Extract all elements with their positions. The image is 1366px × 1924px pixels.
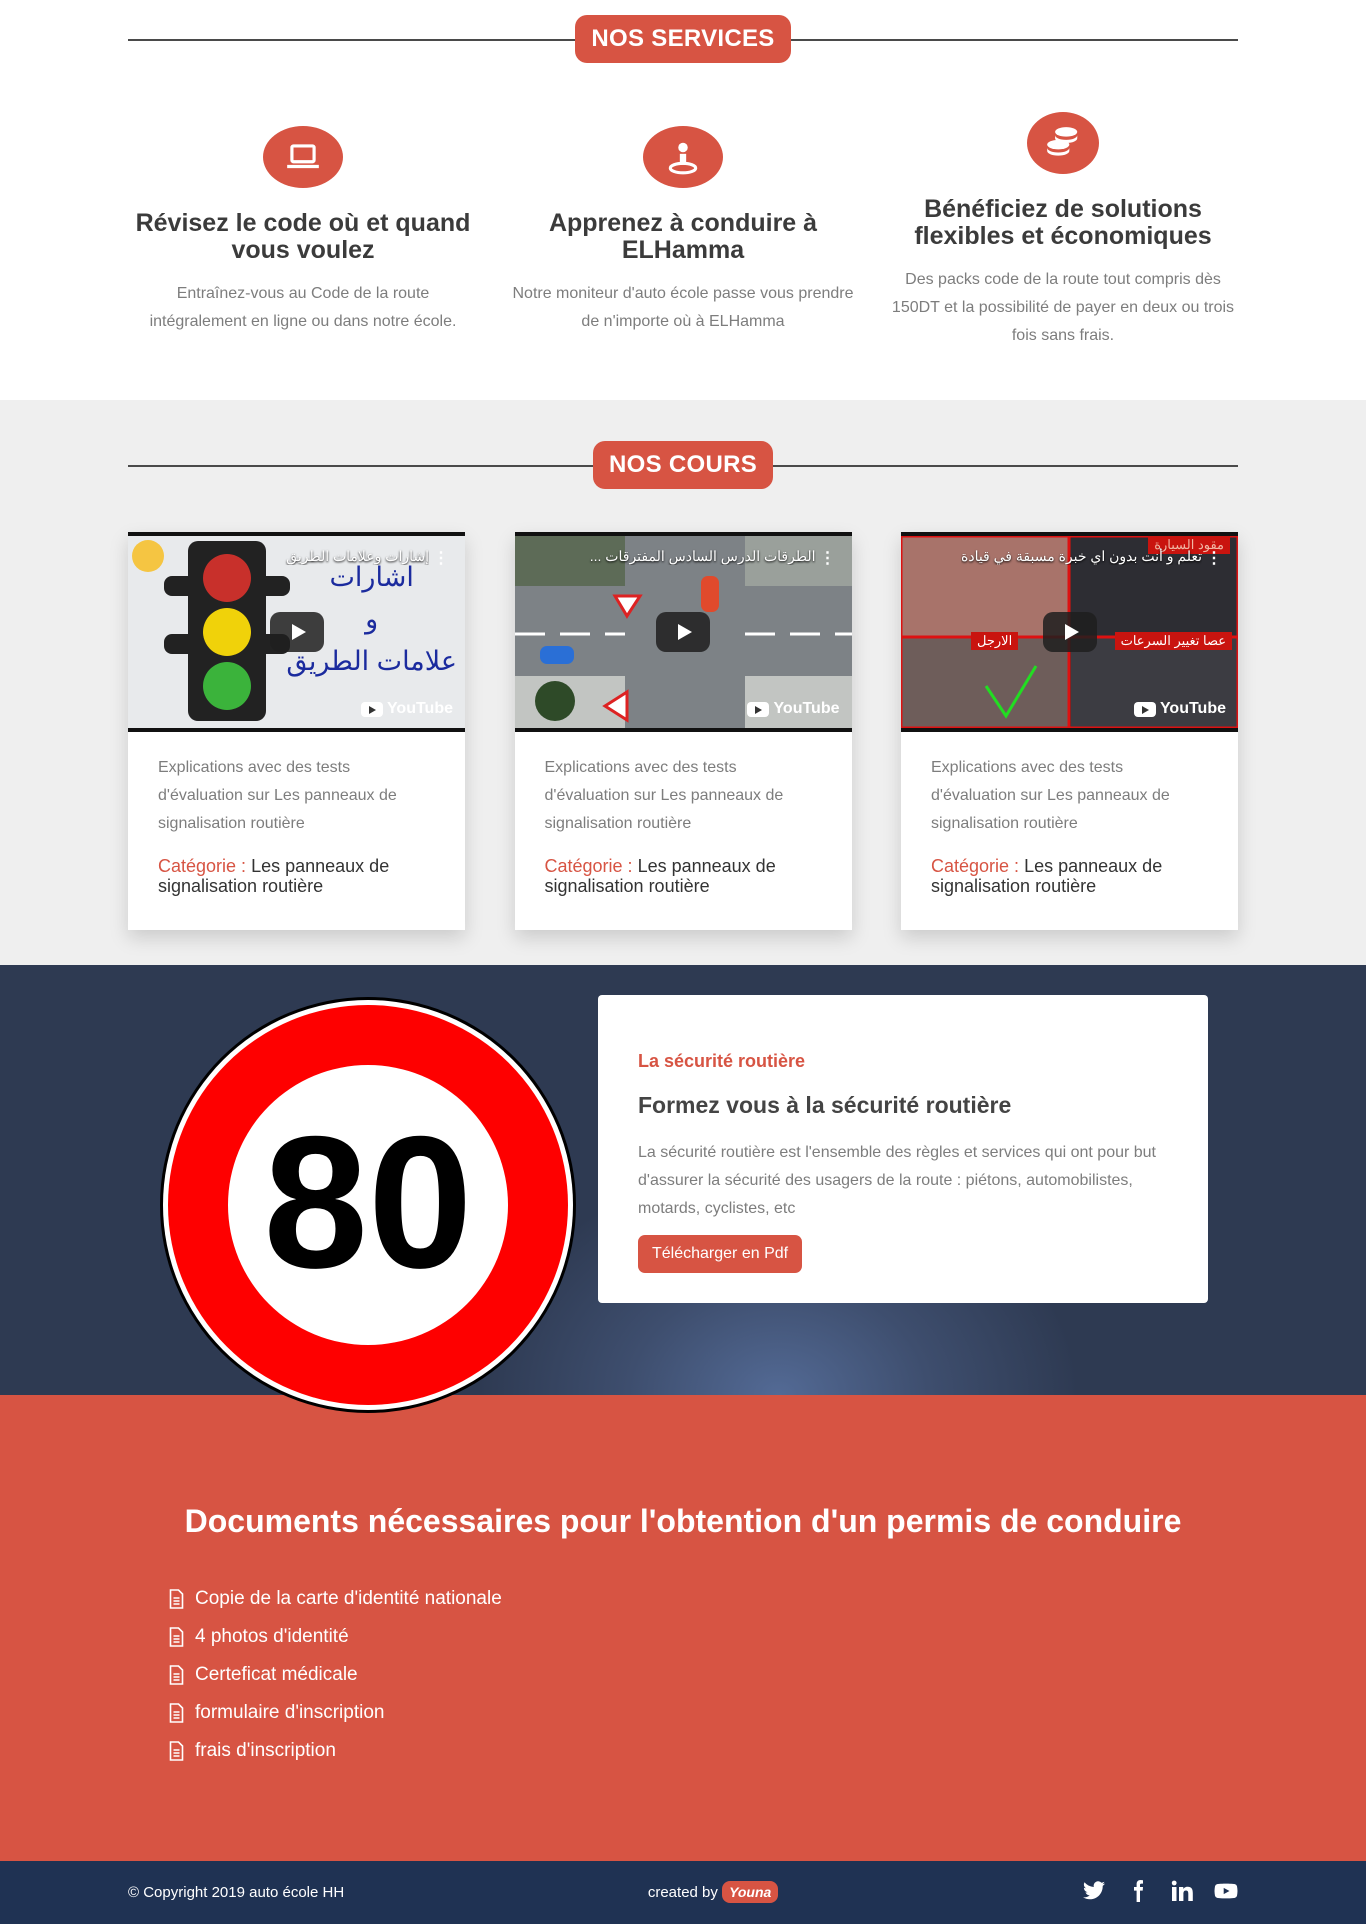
course-card: مقود السيارة عصا تغيير السرعات الارجل تع… xyxy=(901,532,1238,930)
more-options-icon[interactable]: ⋮ xyxy=(433,548,449,568)
services-section: NOS SERVICES Révisez le code où et quand… xyxy=(0,0,1366,400)
course-description: Explications avec des tests d'évaluation… xyxy=(931,759,1170,832)
youtube-icon xyxy=(360,701,383,717)
list-item: 4 photos d'identité xyxy=(168,1618,1238,1656)
facebook-icon[interactable] xyxy=(1126,1879,1150,1907)
youtube-icon[interactable] xyxy=(1214,1879,1238,1907)
list-item: Copie de la carte d'identité nationale xyxy=(168,1580,1238,1618)
youtube-logo[interactable]: YouTube xyxy=(1133,700,1226,718)
video-embed[interactable]: الطرقات الدرس السادس المفترقات ... ⋮ You… xyxy=(514,532,852,732)
play-button[interactable] xyxy=(1042,612,1097,652)
list-item: formulaire d'inscription xyxy=(168,1694,1238,1732)
service-text: Entraînez-vous au Code de la route intég… xyxy=(149,285,457,330)
driver-icon xyxy=(643,126,723,188)
service-text: Notre moniteur d'auto école passe vous p… xyxy=(512,285,854,330)
service-title: Bénéficiez de solutions flexibles et éco… xyxy=(914,195,1212,250)
list-item: Certeficat médicale xyxy=(168,1656,1238,1694)
course-description: Explications avec des tests d'évaluation… xyxy=(544,759,784,832)
credits: created by Youna xyxy=(648,1881,779,1903)
more-options-icon[interactable]: ⋮ xyxy=(820,548,836,568)
video-embed[interactable]: اشارات و علامات الطريق إشارات وعلامات ال… xyxy=(128,532,465,732)
youtube-icon xyxy=(747,701,770,717)
youtube-icon xyxy=(1133,701,1156,717)
play-button[interactable] xyxy=(269,612,324,652)
download-pdf-button[interactable]: Télécharger en Pdf xyxy=(638,1235,803,1273)
documents-list: Copie de la carte d'identité nationale 4… xyxy=(168,1580,1238,1770)
documents-title: Documents nécessaires pour l'obtention d… xyxy=(184,1503,1182,1539)
services-heading: NOS SERVICES xyxy=(128,14,1238,64)
list-item: frais d'inscription xyxy=(168,1732,1238,1770)
documents-section: Documents nécessaires pour l'obtention d… xyxy=(0,1395,1366,1861)
youtube-logo[interactable]: YouTube xyxy=(360,700,453,718)
more-options-icon[interactable]: ⋮ xyxy=(1206,548,1222,568)
file-icon xyxy=(169,1627,184,1647)
course-card: الطرقات الدرس السادس المفترقات ... ⋮ You… xyxy=(514,532,852,930)
courses-heading: NOS COURS xyxy=(128,440,1238,490)
service-text: Des packs code de la route tout compris … xyxy=(891,271,1235,344)
courses-section: NOS COURS اشارات و علامات الطريق إشارات … xyxy=(0,400,1366,965)
svg-text:80: 80 xyxy=(263,1097,472,1307)
service-item: Apprenez à conduire à ELHamma Notre moni… xyxy=(508,126,858,350)
video-embed[interactable]: مقود السيارة عصا تغيير السرعات الارجل تع… xyxy=(901,532,1238,732)
laptop-icon xyxy=(263,126,343,188)
video-title: الطرقات الدرس السادس المفترقات ... xyxy=(589,548,816,564)
video-title: إشارات وعلامات الطريق xyxy=(286,548,429,564)
service-title: Apprenez à conduire à ELHamma xyxy=(548,209,818,264)
course-card: اشارات و علامات الطريق إشارات وعلامات ال… xyxy=(128,532,465,930)
safety-title: Formez vous à la sécurité routière xyxy=(638,1092,1012,1118)
service-item: Bénéficiez de solutions flexibles et éco… xyxy=(888,112,1238,350)
file-icon xyxy=(169,1589,184,1609)
linkedin-icon[interactable] xyxy=(1170,1879,1194,1907)
service-item: Révisez le code où et quand vous voulez … xyxy=(128,126,478,350)
coins-icon xyxy=(1027,112,1099,174)
safety-text: La sécurité routière est l'ensemble des … xyxy=(638,1144,1156,1217)
play-button[interactable] xyxy=(656,612,710,652)
footer: © Copyright 2019 auto école HH created b… xyxy=(0,1861,1366,1924)
services-title: NOS SERVICES xyxy=(575,15,791,63)
video-overlay-text: عصا تغيير السرعات xyxy=(1114,632,1232,650)
file-icon xyxy=(169,1741,184,1761)
course-category: Catégorie : Les panneaux de signalisatio… xyxy=(544,856,776,896)
safety-kicker: La sécurité routière xyxy=(638,1051,806,1071)
course-category: Catégorie : Les panneaux de signalisatio… xyxy=(931,856,1163,896)
safety-card: La sécurité routière Formez vous à la sé… xyxy=(598,995,1208,1303)
file-icon xyxy=(169,1665,184,1685)
video-title: تعلم و أنت بدون اي خبرة مسبقة في قيادة ا… xyxy=(961,548,1202,564)
social-links xyxy=(1082,1879,1238,1907)
course-description: Explications avec des tests d'évaluation… xyxy=(158,759,397,832)
copyright-text: © Copyright 2019 auto école HH xyxy=(128,1884,345,1901)
file-icon xyxy=(169,1703,184,1723)
video-overlay-text: الارجل xyxy=(971,632,1019,650)
course-category: Catégorie : Les panneaux de signalisatio… xyxy=(158,856,390,896)
safety-section: 80 La sécurité routière Formez vous à la… xyxy=(0,965,1366,1413)
twitter-icon[interactable] xyxy=(1082,1879,1106,1907)
brand-link[interactable]: Youna xyxy=(722,1881,779,1903)
service-title: Révisez le code où et quand vous voulez xyxy=(135,209,471,264)
speed-limit-sign-image: 80 xyxy=(160,997,576,1413)
courses-title: NOS COURS xyxy=(592,441,774,489)
youtube-logo[interactable]: YouTube xyxy=(747,700,840,718)
